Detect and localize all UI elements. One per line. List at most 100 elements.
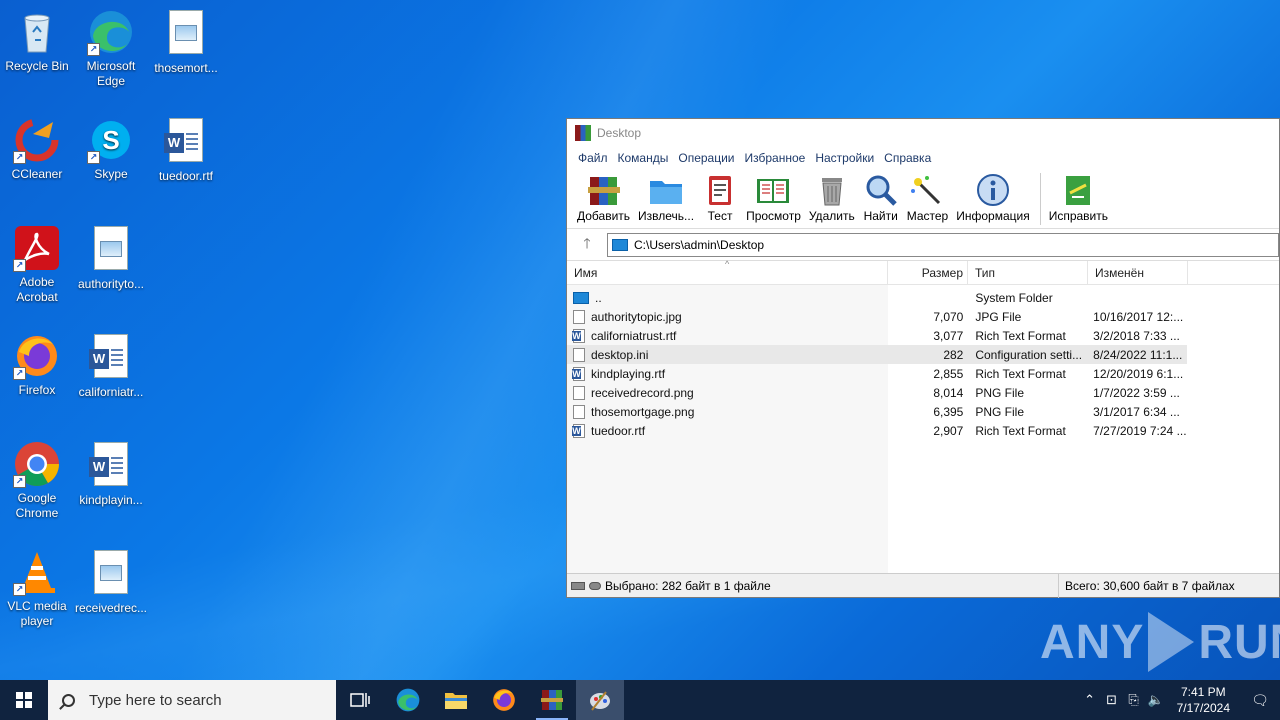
desktop-icon-skype[interactable]: S ↗ Skype (74, 116, 148, 182)
task-view-button[interactable] (336, 680, 384, 720)
file-size: 3,077 (933, 328, 964, 343)
taskbar-paint-app[interactable] (576, 680, 624, 720)
file-row[interactable]: receivedrecord.png 8,014 PNG File 1/7/2022 … (567, 383, 1187, 402)
winrar-app-icon (575, 125, 591, 141)
delete-button[interactable]: Удалить (809, 173, 855, 223)
file-row[interactable]: kindplaying.rtf 2,855 Rich Text Format 12/2… (567, 364, 1187, 383)
path-field[interactable]: C:\Users\admin\Desktop (607, 232, 1279, 257)
file-name: .. (595, 290, 602, 305)
desktop-icon-recycle-bin[interactable]: Recycle Bin (0, 8, 74, 74)
file-type: Configuration setti... (975, 347, 1083, 362)
winrar-icon (541, 690, 563, 710)
winrar-window: Desktop Файл Команды Операции Избранное … (566, 118, 1280, 598)
file-size: 7,070 (933, 309, 964, 324)
taskbar-search-box[interactable]: Type here to search (48, 680, 336, 720)
chrome-icon: ↗ (13, 440, 61, 488)
info-button[interactable]: Информация (956, 173, 1030, 223)
find-magnifier-icon (863, 173, 899, 207)
title-bar[interactable]: Desktop (567, 119, 1279, 147)
find-button[interactable]: Найти (863, 173, 899, 223)
menu-settings[interactable]: Настройки (810, 151, 879, 165)
test-clipboard-icon (702, 173, 738, 207)
file-modified: 10/16/2017 12:... (1093, 309, 1184, 324)
taskbar-edge[interactable] (384, 680, 432, 720)
network-icon[interactable]: ⊡ (1101, 692, 1123, 708)
menu-operations[interactable]: Операции (673, 151, 739, 165)
desktop-icon-authoritytopic[interactable]: authorityto... (74, 224, 148, 292)
test-button[interactable]: Тест (702, 173, 738, 223)
wired-network-icon[interactable]: ⎘ (1123, 692, 1145, 708)
desktop-icon-californiatrust[interactable]: W californiatr... (74, 332, 148, 400)
desktop-icon-ccleaner[interactable]: ↗ CCleaner (0, 116, 74, 182)
notification-icon[interactable]: 🗨 (1240, 692, 1280, 709)
word-document-icon: W (162, 118, 210, 166)
clock-time: 7:41 PM (1180, 685, 1226, 699)
column-modified[interactable]: Изменён (1088, 260, 1188, 285)
taskbar-winrar[interactable] (528, 680, 576, 720)
menu-help[interactable]: Справка (879, 151, 936, 165)
view-button[interactable]: Просмотр (746, 173, 801, 223)
file-name: kindplaying.rtf (591, 366, 666, 381)
desktop-icon-microsoft-edge[interactable]: ↗ Microsoft Edge (74, 8, 148, 89)
file-modified: 3/2/2018 7:33 ... (1093, 328, 1180, 343)
volume-icon[interactable]: 🔈 (1145, 692, 1167, 708)
windows-logo-icon (16, 692, 32, 708)
desktop-icon-label: CCleaner (11, 167, 63, 181)
taskbar-firefox[interactable] (480, 680, 528, 720)
desktop-icon-label: kindplayin... (79, 493, 143, 507)
repair-button[interactable]: Исправить (1049, 173, 1108, 223)
desktop-icon-firefox[interactable]: ↗ Firefox (0, 332, 74, 398)
column-type[interactable]: Тип (968, 260, 1088, 285)
vlc-cone-icon: ↗ (13, 548, 61, 596)
desktop-icon-thosemortgage[interactable]: thosemort... (149, 8, 223, 76)
arrow-up-icon: 🡑 (583, 234, 591, 251)
shortcut-arrow-icon: ↗ (13, 583, 26, 596)
up-folder-button[interactable]: 🡑 (567, 233, 607, 257)
extract-folder-icon (648, 173, 684, 207)
menu-file[interactable]: Файл (573, 151, 613, 165)
menu-favorites[interactable]: Избранное (740, 151, 811, 165)
status-bar: Выбрано: 282 байт в 1 файле Всего: 30,60… (567, 573, 1279, 598)
file-icon (573, 385, 585, 400)
menu-commands[interactable]: Команды (613, 151, 674, 165)
file-modified: 1/7/2022 3:59 ... (1093, 385, 1180, 400)
file-row[interactable]: desktop.ini 282 Configuration setti... 8/24… (567, 345, 1187, 364)
taskbar-file-explorer[interactable] (432, 680, 480, 720)
desktop-icon-tuedoor[interactable]: W tuedoor.rtf (149, 116, 223, 184)
extract-button[interactable]: Извлечь... (638, 173, 694, 223)
file-row[interactable]: californiatrust.rtf 3,077 Rich Text Format… (567, 326, 1187, 345)
skype-icon: S ↗ (87, 116, 135, 164)
shortcut-arrow-icon: ↗ (87, 43, 100, 56)
system-tray: ⌃ ⊡ ⎘ 🔈 7:41 PM 7/17/2024 🗨 (1079, 680, 1280, 720)
file-row[interactable]: thosemortgage.png 6,395 PNG File 3/1/2017 6… (567, 402, 1187, 421)
recycle-bin-icon (13, 8, 61, 56)
desktop-icon-google-chrome[interactable]: ↗ Google Chrome (0, 440, 74, 521)
column-size[interactable]: Размер (888, 260, 968, 285)
desktop-icon-kindplaying[interactable]: W kindplayin... (74, 440, 148, 508)
menu-bar: Файл Команды Операции Избранное Настройк… (567, 147, 1279, 169)
start-button[interactable] (0, 680, 48, 720)
desktop-icon-adobe-acrobat[interactable]: ↗ Adobe Acrobat (0, 224, 74, 305)
status-total: Всего: 30,600 байт в 7 файлах (1065, 578, 1235, 593)
file-modified: 12/20/2019 6:1... (1093, 366, 1184, 381)
desktop-icon-receivedrecord[interactable]: receivedrec... (74, 548, 148, 616)
disk-icon (589, 581, 601, 590)
chevron-up-icon[interactable]: ⌃ (1079, 692, 1101, 708)
desktop-icon-vlc[interactable]: ↗ VLC media player (0, 548, 74, 629)
file-size: 8,014 (933, 385, 964, 400)
desktop-icon-label: Recycle Bin (5, 59, 69, 73)
sort-caret-icon: ^ (725, 259, 730, 269)
wizard-button[interactable]: Мастер (907, 173, 948, 223)
desktop-icon-label: authorityto... (77, 277, 145, 291)
add-button[interactable]: Добавить (577, 173, 630, 223)
anyrun-watermark: ANY RUN (1040, 612, 1280, 672)
file-row[interactable]: tuedoor.rtf 2,907 Rich Text Format 7/27/201… (567, 421, 1187, 440)
image-file-icon (162, 10, 210, 58)
file-row[interactable]: authoritytopic.jpg 7,070 JPG File 10/16/201… (567, 307, 1187, 326)
file-type: Rich Text Format (975, 366, 1066, 381)
clock[interactable]: 7:41 PM 7/17/2024 (1177, 684, 1230, 716)
file-icon (573, 404, 585, 419)
desktop-icon-label: receivedrec... (74, 601, 148, 615)
file-row[interactable]: .. System Folder (567, 288, 1187, 307)
search-placeholder: Type here to search (89, 691, 222, 709)
